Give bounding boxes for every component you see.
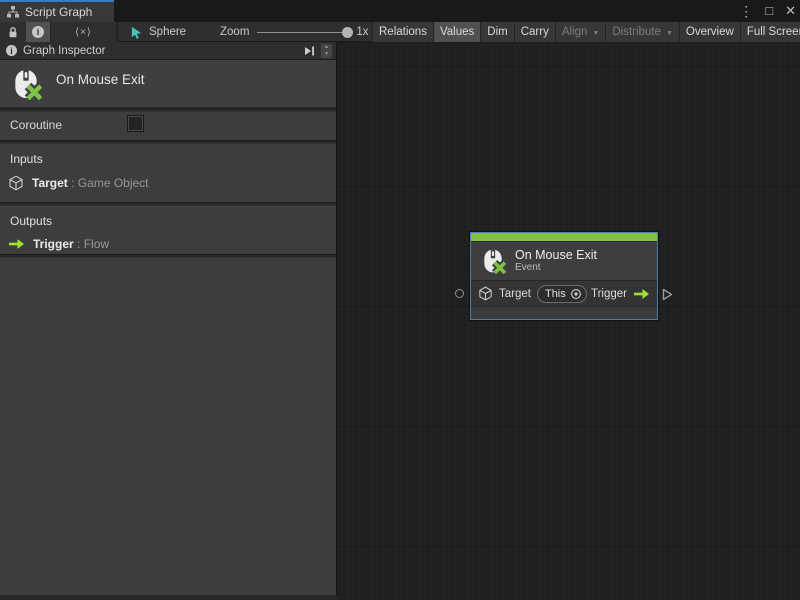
zoom-value: 1x (356, 26, 368, 38)
maximize-icon[interactable]: □ (765, 0, 773, 22)
graph-toolbar: i ⟨×⟩ Sphere Zoom 1x Relations Values Di… (0, 22, 800, 42)
graph-hierarchy-icon (6, 5, 20, 19)
on-mouse-exit-node[interactable]: On Mouse Exit Event Target This (470, 232, 658, 320)
code-view-button[interactable]: ⟨×⟩ (51, 22, 117, 42)
spin-up-icon[interactable]: ▲ (324, 44, 329, 51)
distribute-dropdown[interactable]: Distribute ▼ (605, 22, 679, 42)
target-input-port[interactable]: Target This (478, 285, 587, 303)
chevron-down-icon: ▼ (666, 30, 673, 37)
game-object-cube-icon (478, 286, 493, 301)
flow-arrow-icon (8, 238, 25, 250)
outputs-section: Outputs Trigger : Flow (0, 206, 336, 254)
node-ports-row: Target This Trigger (471, 281, 657, 307)
carry-button[interactable]: Carry (514, 22, 555, 42)
graph-owner-label: Sphere (149, 26, 186, 38)
window-menu-icon[interactable]: ⋮ (739, 0, 753, 22)
coroutine-label: Coroutine (10, 118, 62, 132)
graph-pointer-icon (130, 26, 143, 39)
node-header[interactable]: On Mouse Exit Event (471, 242, 657, 281)
node-titles: On Mouse Exit Event (515, 248, 597, 274)
graph-inspector-header: i Graph Inspector ▲ ▼ (0, 42, 336, 60)
relations-button[interactable]: Relations (372, 22, 433, 42)
node-event-color-bar (471, 233, 657, 242)
output-port-type: : Flow (77, 237, 109, 251)
align-dropdown[interactable]: Align ▼ (555, 22, 606, 42)
panel-bottom-edge (0, 595, 337, 600)
node-title: On Mouse Exit (515, 248, 597, 262)
graph-canvas[interactable]: On Mouse Exit Event Target This (337, 42, 800, 600)
zoom-slider[interactable] (257, 32, 349, 33)
window-controls: ⋮ □ ✕ (739, 0, 796, 22)
toolbar-divider (117, 22, 118, 42)
inspector-scrubber[interactable]: ▲ ▼ (320, 43, 333, 59)
output-port-name: Trigger (33, 237, 74, 251)
node-footer (471, 307, 657, 318)
chevron-down-icon: ▼ (592, 30, 599, 37)
spin-down-icon[interactable]: ▼ (324, 51, 329, 58)
tab-script-graph[interactable]: Script Graph (0, 0, 114, 22)
overview-button[interactable]: Overview (679, 22, 740, 42)
mouse-event-icon (480, 248, 506, 274)
tab-bar: Script Graph ⋮ □ ✕ (0, 0, 800, 22)
section-divider (0, 254, 336, 258)
inputs-section: Inputs Target : Game Object (0, 144, 336, 202)
mouse-event-icon (10, 68, 42, 100)
graph-owner-breadcrumb[interactable]: Sphere (130, 22, 186, 42)
full-screen-button[interactable]: Full Screen (740, 22, 800, 42)
toolbar-button-group: Relations Values Dim Carry Align ▼ Distr… (372, 22, 800, 42)
zoom-label: Zoom (220, 26, 249, 38)
trigger-output-port[interactable]: Trigger (591, 288, 650, 300)
inspected-unit-header: On Mouse Exit (0, 60, 336, 108)
input-port-type: : Game Object (71, 176, 148, 190)
input-port-name: Target (32, 176, 68, 190)
dim-button[interactable]: Dim (480, 22, 513, 42)
info-icon: i (32, 26, 44, 38)
node-subtitle: Event (515, 262, 597, 274)
zoom-control: Zoom 1x (220, 22, 369, 42)
input-port-row: Target : Game Object (8, 175, 149, 191)
graph-inspector-panel: i Graph Inspector ▲ ▼ On M (0, 42, 337, 595)
output-port-row: Trigger : Flow (8, 237, 109, 251)
inspected-unit-title: On Mouse Exit (56, 72, 145, 87)
trigger-port-label: Trigger (591, 288, 627, 300)
target-value-pill[interactable]: This (537, 285, 587, 303)
target-value: This (545, 288, 566, 300)
target-port-label: Target (499, 288, 531, 300)
graph-inspector-title: Graph Inspector (23, 45, 105, 57)
outputs-header: Outputs (10, 214, 52, 228)
zoom-slider-handle[interactable] (342, 27, 353, 38)
lock-icon (7, 26, 19, 39)
flow-arrow-icon (633, 288, 650, 300)
lock-button[interactable] (0, 22, 26, 42)
dock-panel-icon[interactable] (303, 45, 316, 57)
inputs-header: Inputs (10, 152, 43, 166)
section-divider (0, 108, 336, 112)
info-icon: i (6, 45, 17, 56)
target-picker-icon[interactable] (570, 288, 582, 300)
node-left-connection-port[interactable] (455, 289, 464, 298)
node-right-connection-port[interactable] (662, 288, 673, 301)
code-icon: ⟨×⟩ (75, 27, 92, 38)
values-button[interactable]: Values (433, 22, 480, 42)
close-icon[interactable]: ✕ (785, 0, 796, 22)
game-object-cube-icon (8, 175, 24, 191)
coroutine-checkbox[interactable] (128, 116, 143, 131)
script-graph-window: Script Graph ⋮ □ ✕ i ⟨×⟩ Sphere (0, 0, 800, 600)
inspector-header-controls: ▲ ▼ (303, 43, 333, 59)
tab-label: Script Graph (25, 5, 92, 19)
inspector-toggle-button[interactable]: i (26, 22, 51, 42)
